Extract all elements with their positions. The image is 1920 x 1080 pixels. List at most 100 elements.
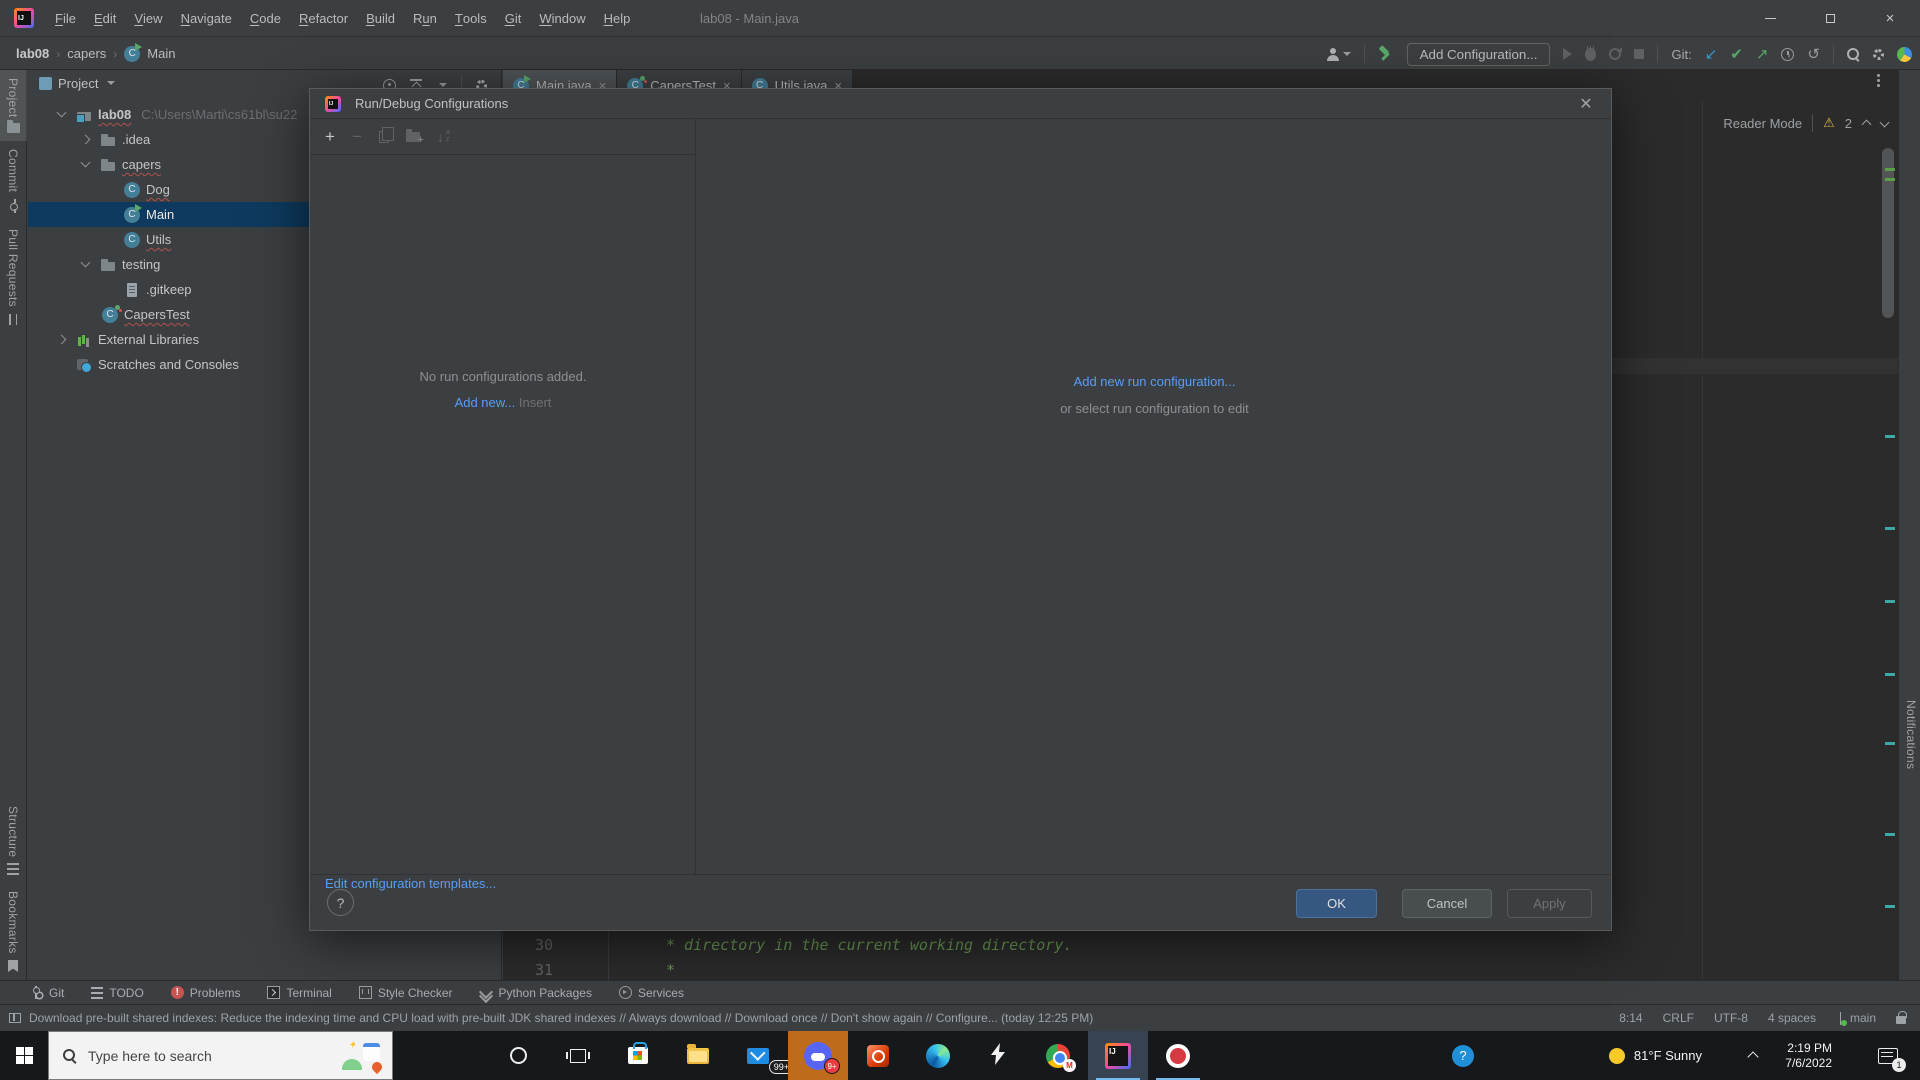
ok-button[interactable]: OK — [1296, 889, 1377, 918]
tool-tab-services[interactable]: Services — [618, 986, 684, 1000]
code-line[interactable]: 30 * directory in the current working dir… — [503, 933, 1403, 957]
taskbar-lightning-button[interactable] — [968, 1031, 1028, 1080]
tool-tab-todo[interactable]: TODO — [91, 986, 144, 1000]
menu-code[interactable]: Code — [241, 0, 290, 36]
warning-count[interactable]: 2 — [1845, 116, 1852, 131]
menu-build[interactable]: Build — [357, 0, 404, 36]
indent-setting[interactable]: 4 spaces — [1768, 1011, 1816, 1025]
profiler-icon[interactable] — [1609, 47, 1623, 60]
code-line[interactable]: 31 * — [503, 958, 1403, 982]
taskbar-file-explorer-button[interactable] — [668, 1031, 728, 1080]
settings-gear-icon[interactable] — [1873, 48, 1884, 60]
stop-icon[interactable] — [1634, 49, 1645, 59]
chevron-down-icon[interactable] — [78, 257, 94, 273]
menu-tools[interactable]: Tools — [446, 0, 496, 36]
menu-file[interactable]: File — [46, 0, 85, 36]
encoding[interactable]: UTF-8 — [1714, 1011, 1748, 1025]
chevron-right-icon[interactable] — [54, 332, 70, 348]
menu-view[interactable]: View — [125, 0, 171, 36]
tool-tab-python-packages[interactable]: Python Packages — [480, 986, 592, 1000]
git-push-icon[interactable]: ↗ — [1756, 47, 1769, 62]
tray-help-icon[interactable]: ? — [1452, 1044, 1474, 1067]
history-clock-icon[interactable] — [1781, 47, 1795, 61]
taskbar-edge-button[interactable] — [908, 1031, 968, 1080]
menu-navigate[interactable]: Navigate — [172, 0, 241, 36]
more-options-kebab-icon[interactable] — [1876, 74, 1880, 90]
git-update-icon[interactable]: ↙ — [1705, 47, 1718, 62]
stripe-item-project[interactable]: Project — [0, 70, 27, 142]
add-icon[interactable]: + — [325, 128, 335, 145]
taskbar-mail-button[interactable]: 99+ — [728, 1031, 794, 1080]
search-everywhere-icon[interactable] — [1847, 47, 1860, 61]
breadcrumb-item-main[interactable]: Main — [147, 46, 175, 61]
user-account-icon[interactable] — [1326, 47, 1351, 61]
close-button[interactable]: × — [1860, 0, 1920, 37]
view-options-icon[interactable] — [439, 83, 447, 87]
taskbar-clock[interactable]: 2:19 PM 7/6/2022 — [1785, 1041, 1832, 1071]
copy-icon[interactable] — [378, 126, 394, 143]
tool-tab-terminal[interactable]: Terminal — [267, 986, 332, 1000]
taskbar-store-button[interactable] — [608, 1031, 668, 1080]
reader-mode-label[interactable]: Reader Mode — [1723, 116, 1802, 131]
help-button[interactable]: ? — [327, 889, 354, 916]
tool-tab-style-checker[interactable]: Style Checker — [358, 986, 453, 1000]
taskbar-chrome-button[interactable]: M — [1028, 1031, 1088, 1080]
run-icon[interactable] — [1563, 48, 1573, 60]
taskbar-office-button[interactable] — [848, 1031, 908, 1080]
taskbar-intellij-button[interactable] — [1088, 1031, 1148, 1080]
git-commit-icon[interactable]: ✔ — [1730, 47, 1743, 62]
add-configuration-button[interactable]: Add Configuration... — [1406, 42, 1551, 66]
menu-refactor[interactable]: Refactor — [290, 0, 357, 36]
start-button[interactable] — [0, 1031, 48, 1080]
add-new-link[interactable]: Add new... — [455, 395, 516, 410]
remove-icon[interactable]: − — [352, 128, 362, 145]
stripe-item-pull-requests[interactable]: Pull Requests — [0, 221, 27, 334]
stripe-item-bookmarks[interactable]: Bookmarks — [0, 883, 27, 980]
debug-icon[interactable] — [1585, 45, 1597, 61]
undo-icon[interactable]: ↺ — [1807, 47, 1820, 62]
taskbar-recorder-button[interactable] — [1148, 1031, 1208, 1080]
plugin-colorful-icon[interactable] — [1897, 46, 1912, 62]
build-hammer-icon[interactable] — [1378, 46, 1394, 62]
weather-widget[interactable]: 81°F Sunny — [1608, 1047, 1702, 1064]
editor-scrollbar[interactable] — [1882, 148, 1894, 318]
chevron-right-icon[interactable] — [78, 132, 94, 148]
dialog-header[interactable]: Run/Debug Configurations ✕ — [310, 89, 1611, 119]
breadcrumb-item-capers[interactable]: capers — [67, 46, 106, 61]
tool-tab-problems[interactable]: Problems — [170, 986, 240, 1000]
sort-alphabetically-icon[interactable]: ↓ — [437, 129, 454, 144]
cancel-button[interactable]: Cancel — [1402, 889, 1492, 918]
taskbar-cortana-button[interactable] — [488, 1031, 548, 1080]
menu-window[interactable]: Window — [530, 0, 594, 36]
previous-warning-chevron-icon[interactable] — [1862, 119, 1870, 127]
next-warning-chevron-icon[interactable] — [1880, 119, 1888, 127]
minimize-button[interactable] — [1740, 0, 1800, 37]
taskbar-task-view-button[interactable] — [548, 1031, 608, 1080]
stripe-item-commit[interactable]: Commit — [0, 141, 27, 220]
chevron-down-icon[interactable] — [54, 107, 70, 123]
add-new-run-configuration-link[interactable]: Add new run configuration... — [1074, 374, 1236, 389]
menu-run[interactable]: Run — [404, 0, 446, 36]
menu-git[interactable]: Git — [496, 0, 531, 36]
git-branch-widget[interactable]: main — [1836, 1011, 1876, 1026]
caret-position[interactable]: 8:14 — [1619, 1011, 1642, 1025]
tool-tab-git[interactable]: Git — [30, 986, 64, 1000]
line-ending[interactable]: CRLF — [1663, 1011, 1694, 1025]
stripe-item-notifications[interactable]: Notifications — [1904, 700, 1918, 769]
taskbar-search-box[interactable]: Type here to search ✦ — [48, 1031, 393, 1080]
search-highlights-icon[interactable]: ✦ — [342, 1040, 385, 1075]
menu-edit[interactable]: Edit — [85, 0, 125, 36]
chevron-down-icon[interactable] — [78, 157, 94, 173]
new-folder-icon[interactable] — [405, 128, 424, 146]
taskbar-discord-button[interactable]: 9+ — [788, 1031, 848, 1080]
status-message[interactable]: Download pre-built shared indexes: Reduc… — [29, 1011, 1093, 1025]
menu-help[interactable]: Help — [595, 0, 640, 36]
apply-button[interactable]: Apply — [1507, 889, 1592, 918]
dialog-close-icon[interactable]: ✕ — [1571, 89, 1601, 119]
lock-icon[interactable] — [1896, 1011, 1907, 1024]
maximize-button[interactable] — [1800, 0, 1860, 37]
hidden-icons-chevron-icon[interactable] — [1749, 1051, 1758, 1060]
layout-icon[interactable] — [9, 1013, 21, 1023]
breadcrumb-item-lab08[interactable]: lab08 — [16, 46, 49, 61]
stripe-item-structure[interactable]: Structure — [0, 798, 27, 883]
